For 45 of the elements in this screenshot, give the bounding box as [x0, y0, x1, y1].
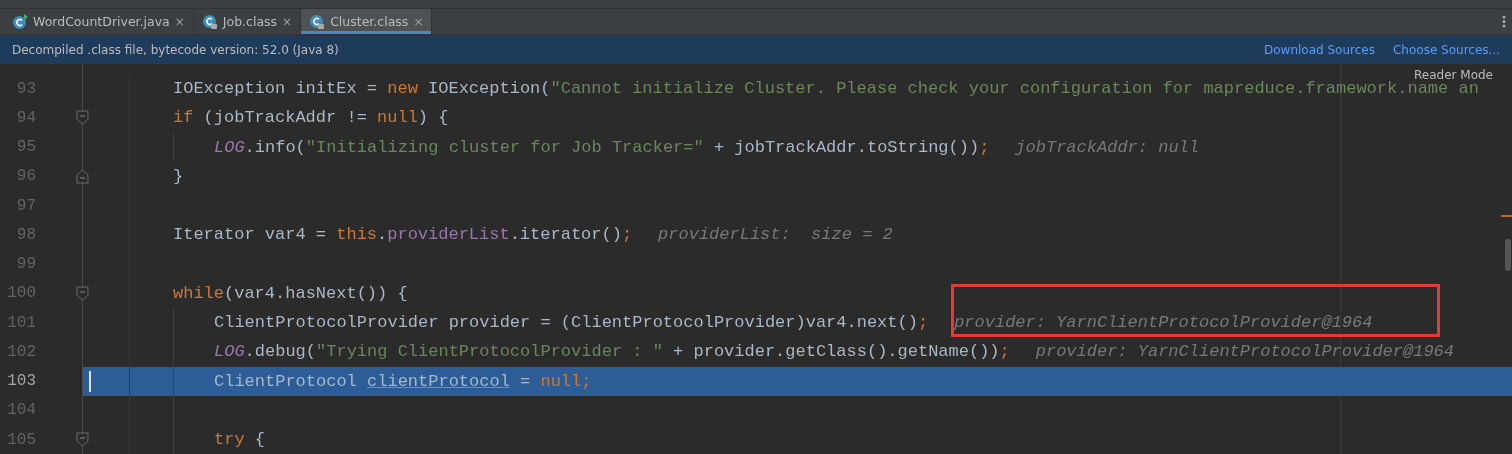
inline-value-hint: jobTrackAddr: null — [1015, 137, 1199, 157]
inline-value-hint: provider: YarnClientProtocolProvider@1964 — [954, 313, 1373, 333]
code-line: if (jobTrackAddr != null) { — [173, 108, 449, 128]
banner-link[interactable]: Choose Sources... — [1392, 42, 1500, 57]
code-line: try { — [214, 430, 265, 450]
banner-message: Decompiled .class file, bytecode version: 52.0 (Java 8) — [12, 42, 340, 57]
banner-link[interactable]: Download Sources — [1264, 42, 1375, 57]
fold-icon[interactable] — [76, 285, 89, 301]
close-icon[interactable]: × — [174, 14, 185, 29]
locked-class-icon — [201, 13, 218, 30]
text-cursor — [89, 370, 91, 392]
line-number: 98 — [15, 225, 36, 244]
editor-tab[interactable]: WordCountDriver.java × — [4, 9, 194, 34]
code-line: } — [173, 166, 184, 186]
close-icon[interactable]: × — [282, 14, 293, 29]
inline-value-hint: provider: YarnClientProtocolProvider@1964 — [1035, 342, 1455, 362]
line-number: 94 — [15, 108, 36, 127]
fold-icon[interactable] — [76, 432, 89, 447]
inline-value-hint: providerList: size = 2 — [658, 225, 893, 245]
line-number: 93 — [15, 79, 36, 98]
line-number: 100 — [6, 284, 36, 303]
close-icon[interactable]: × — [413, 14, 424, 29]
line-number: 104 — [6, 401, 36, 420]
line-number: 95 — [15, 138, 36, 157]
editor-tab[interactable]: Cluster.class × — [301, 9, 433, 34]
code-line: IOException initEx = new IOException("Cannot initialize Cluster. Please check your configuration for mapreduce.framework.name an — [173, 79, 1479, 99]
code-line: ClientProtocolProvider provider = (ClientProtocolProvider)var4.next(); — [214, 313, 929, 333]
line-number: 105 — [6, 430, 36, 449]
line-number: 96 — [15, 167, 36, 186]
line-number: 99 — [15, 255, 36, 274]
code-line: LOG.debug("Trying ClientProtocolProvider : " + provider.getClass().getName()); — [214, 342, 1010, 362]
line-number: 103 — [6, 372, 36, 391]
code-line: ClientProtocol clientProtocol = null; — [214, 371, 592, 391]
unfold-icon[interactable] — [76, 168, 89, 184]
code-line: while(var4.hasNext()) { — [173, 283, 408, 303]
java-class-icon — [12, 13, 28, 30]
code-line: Iterator var4 = this.providerList.iterator(); — [173, 225, 633, 245]
line-number: 101 — [6, 313, 36, 332]
code-line: LOG.info("Initializing cluster for Job Tracker=" + jobTrackAddr.toString()); — [214, 137, 990, 157]
fold-icon[interactable] — [76, 110, 89, 126]
locked-class-icon — [309, 13, 326, 30]
scrollbar-thumb[interactable] — [1505, 239, 1511, 271]
line-number: 102 — [6, 342, 36, 361]
line-number: 97 — [15, 196, 36, 215]
more-icon[interactable] — [1502, 15, 1506, 28]
